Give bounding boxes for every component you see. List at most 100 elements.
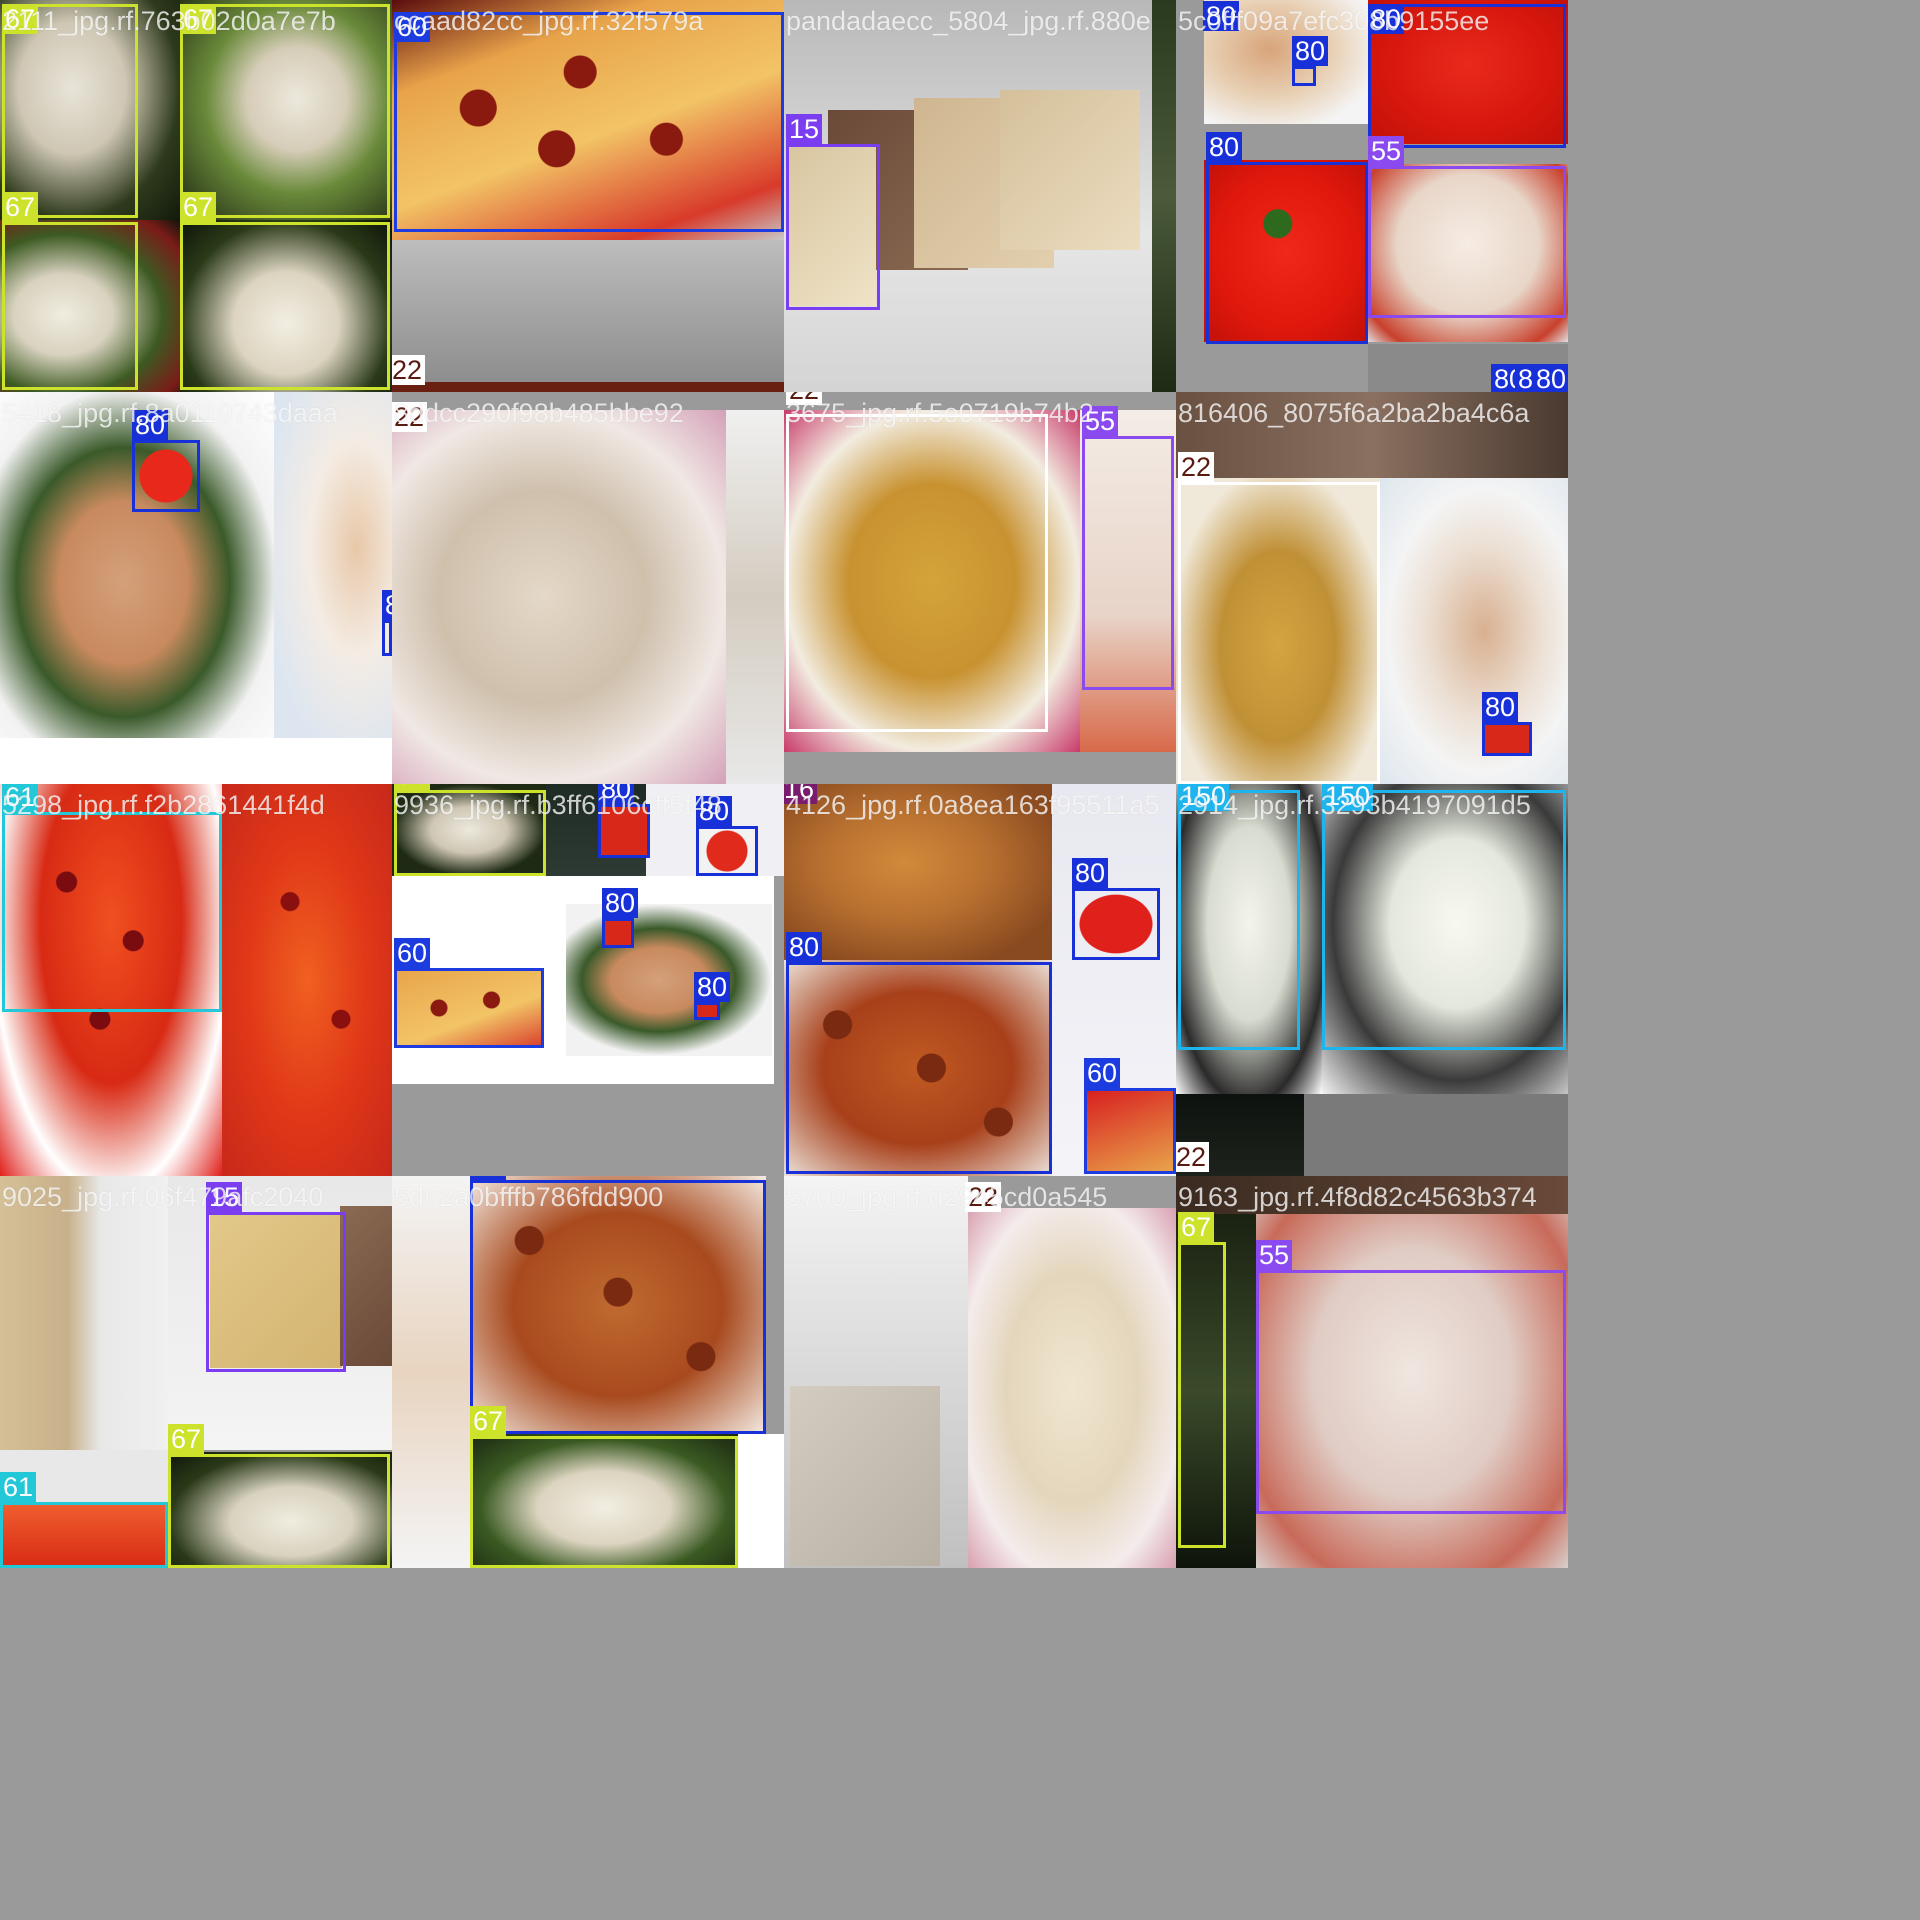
grey-padding <box>784 752 1176 784</box>
image-filename: 9936_jpg.rf.b3ff6106cff5f48 <box>394 790 722 820</box>
image-filename: 3675_jpg.rf.5e0719b74b2 <box>786 398 1094 428</box>
detection-box: 61 <box>0 1472 168 1568</box>
fish-plate-photo-small <box>566 904 772 1056</box>
image-filename: pandadaecc_5804_jpg.rf.880e <box>786 6 1151 36</box>
class-label: 80 <box>602 888 639 918</box>
detection-box: 150 <box>1178 784 1300 1050</box>
image-filename: 2914_jpg.rf.3293b4197091d5 <box>1178 790 1531 820</box>
detection-box: 150 <box>1322 784 1566 1050</box>
croissant-photo-pale <box>392 410 726 784</box>
detection-box: 67 <box>1178 1212 1226 1548</box>
detection-box: 22 <box>786 392 1048 732</box>
image-filename: ccaad82cc_jpg.rf.32f579a <box>394 6 704 36</box>
detection-box: 22 <box>392 355 784 392</box>
class-label: 80 <box>1482 692 1519 722</box>
class-label: 80 <box>694 972 731 1002</box>
cheese-block-brown <box>340 1206 392 1366</box>
cheese-photo-small <box>0 1176 168 1450</box>
detection-box: 22 <box>1178 452 1380 784</box>
mosaic-tile-fish-plate: 5418_jpg.rf.8a0119743daaa 80 80 <box>0 392 392 784</box>
detection-box: 80 <box>602 888 639 948</box>
image-filename: 816406_8075f6a2ba2ba4c6a <box>1178 398 1530 428</box>
mosaic-tile-croissant-pale: 8ddcc290f98b485bbe92 22 <box>392 392 784 784</box>
class-label: 80 <box>382 590 392 620</box>
mosaic-tile-collage: 9936_jpg.rf.b3ff6106cff5f48 67 80 80 80 … <box>392 784 784 1176</box>
class-label: 22 <box>1176 1142 1210 1172</box>
detection-box: 15 <box>786 114 880 310</box>
class-label: 80 <box>1533 364 1568 392</box>
mosaic-tile-croissant-golden: 3675_jpg.rf.5e0719b74b2 22 55 <box>784 392 1176 784</box>
croissant-photo-blurred <box>968 1208 1176 1568</box>
detection-box: 80 <box>1292 36 1329 86</box>
detection-box: 61 <box>2 784 222 1012</box>
mosaic-tile-pomegranate: 5298_jpg.rf.f2b2861441f4d 61 <box>0 784 392 1176</box>
image-filename: 5418_jpg.rf.8a0119743daaa <box>2 398 338 428</box>
white-padding <box>0 738 392 784</box>
cheese-edge <box>726 410 784 784</box>
class-label: 22 <box>1178 452 1215 482</box>
grey-padding <box>392 1084 784 1176</box>
detection-box: 67 <box>470 1406 738 1568</box>
class-label: 60 <box>1084 1058 1121 1088</box>
class-label: 61 <box>0 1472 37 1502</box>
detection-box: 80 <box>382 590 392 656</box>
augmented-mosaic-grid: 2111_jpg.rf.763b02d0a7e7b 67 67 67 67 cc… <box>0 0 1568 1568</box>
class-label: 22 <box>392 355 426 385</box>
detection-box: 55 <box>1368 136 1566 318</box>
class-label: 80 <box>470 1176 507 1180</box>
detection-box: 67 <box>180 192 390 390</box>
fish-plate-photo <box>1380 478 1568 784</box>
grey-padding <box>392 240 784 392</box>
detection-box: 80 <box>1482 692 1532 756</box>
fish-plate-photo-right <box>274 392 392 738</box>
mosaic-tile-pizza: ccaad82cc_jpg.rf.32f579a 60 22 <box>392 0 784 392</box>
class-label: 67 <box>470 1406 507 1436</box>
mosaic-tile-tomato: 5c0fff09a7efc308b9155ee 80 80 80 80 55 8… <box>1176 0 1568 392</box>
mosaic-tile-dried-tomato: 5d62a0bfffb786fdd900 80 67 <box>392 1176 784 1568</box>
class-label: 80 <box>1292 36 1329 66</box>
class-label: 80 <box>1206 132 1243 162</box>
mosaic-tile-radish: 2111_jpg.rf.763b02d0a7e7b 67 67 67 67 <box>0 0 392 392</box>
detection-box: 80 <box>470 1176 766 1434</box>
class-label: 15 <box>786 114 823 144</box>
detection-box: 55 <box>1082 406 1174 690</box>
detection-box: 67 <box>2 192 138 390</box>
mosaic-tile-blurred-croissant: 5700_jpg.rf.d2945cd0a545 22 <box>784 1176 1176 1568</box>
class-label: 55 <box>1256 1240 1293 1270</box>
image-filename: 2111_jpg.rf.763b02d0a7e7b <box>2 6 336 36</box>
class-label: 67 <box>1178 1212 1215 1242</box>
image-filename: 9163_jpg.rf.4f8d82c4563b374 <box>1178 1182 1537 1212</box>
leaf-edge <box>1152 0 1176 392</box>
cheese-block-light <box>1000 90 1140 250</box>
class-label: 67 <box>168 1424 205 1454</box>
pomegranate-photo-right <box>222 784 392 1176</box>
mosaic-tile-cheese: pandadaecc_5804_jpg.rf.880e 15 <box>784 0 1176 392</box>
mosaic-tile-croissant-fish: 816406_8075f6a2ba2ba4c6a 22 80 <box>1176 392 1568 784</box>
cheese-block-photo <box>790 1386 940 1566</box>
detection-box: 60 <box>394 938 544 1048</box>
detection-box: 80 <box>132 410 200 512</box>
image-filename: 5d62a0bfffb786fdd900 <box>394 1182 664 1212</box>
image-filename: 9025_jpg.rf.06f479afc2040 <box>2 1182 324 1212</box>
detection-box: 55 <box>1256 1240 1566 1514</box>
detection-box: 60 <box>1084 1058 1176 1174</box>
mosaic-tile-cheese-radish: 9025_jpg.rf.06f479afc2040 15 67 61 <box>0 1176 392 1568</box>
mosaic-tile-pan: 2914_jpg.rf.3293b4197091d5 150 150 22 <box>1176 784 1568 1176</box>
image-filename: 5c0fff09a7efc308b9155ee <box>1178 6 1490 36</box>
detection-box: 80 <box>694 972 731 1020</box>
image-filename: 5298_jpg.rf.f2b2861441f4d <box>2 790 325 820</box>
class-label: 67 <box>180 192 217 222</box>
grey-padding <box>1304 1094 1568 1176</box>
detection-box: 80 <box>786 932 1052 1174</box>
class-label: 80 <box>1072 858 1109 888</box>
image-filename: 4126_jpg.rf.0a8ea163f95511a5 <box>786 790 1160 820</box>
image-filename: 5700_jpg.rf.d2945cd0a545 <box>786 1182 1108 1212</box>
class-label: 60 <box>394 938 431 968</box>
detection-box: 80 <box>696 796 758 876</box>
image-filename: 8ddcc290f98b485bbe92 <box>394 398 684 428</box>
class-label: 67 <box>2 192 39 222</box>
detection-box: 80 <box>1206 132 1368 344</box>
detection-box: 80 <box>1072 858 1160 960</box>
detection-box: 60 <box>394 12 784 232</box>
detection-box: 15 <box>206 1182 346 1372</box>
